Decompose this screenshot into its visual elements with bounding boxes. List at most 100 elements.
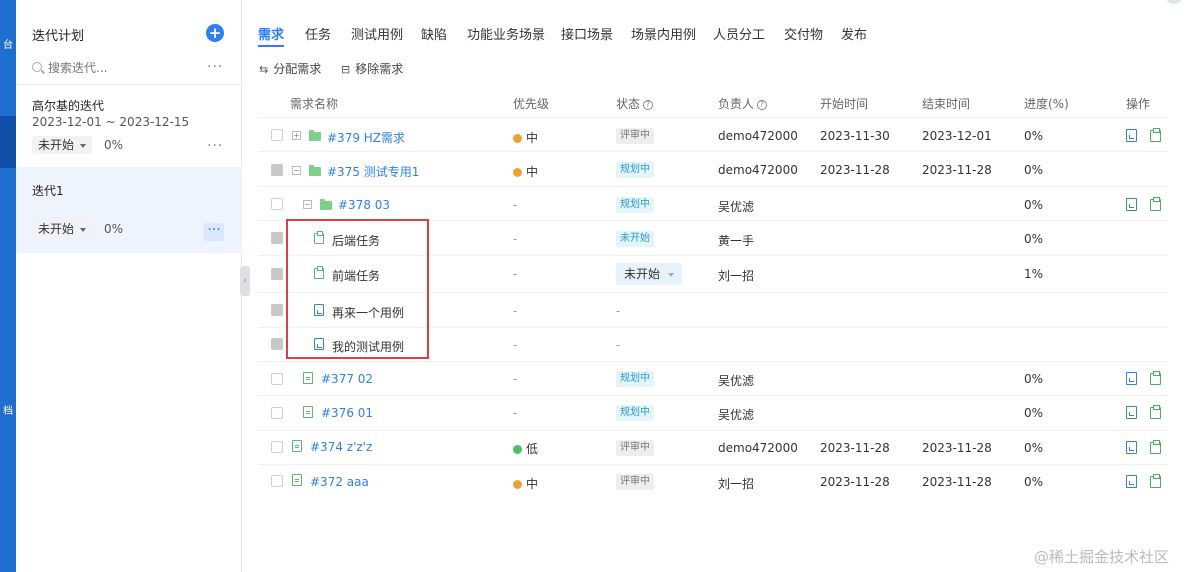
row-checkbox[interactable] [271,475,283,487]
status-badge: 规划中 [616,197,654,213]
iteration-item-active[interactable]: 迭代1 未开始 0% ··· [16,167,242,253]
priority-cell: 中 [513,475,538,492]
tab-staffing[interactable]: 人员分工 [713,24,765,43]
chevron-down-icon [80,227,87,232]
col-owner-label: 负责人 [718,97,755,111]
global-nav: 台 档 [0,0,16,572]
status-dropdown[interactable]: 未开始 [616,263,683,285]
requirement-link[interactable]: #372 aaa [310,475,369,489]
requirement-doc-icon [303,406,313,418]
clipboard-icon[interactable] [1150,128,1161,142]
col-header-name: 需求名称 [290,97,339,111]
iteration-status-value: 未开始 [38,222,75,236]
edit-icon[interactable] [1126,406,1137,419]
requirement-doc-icon [292,474,302,486]
row-divider [258,151,1168,152]
clipboard-icon[interactable] [1150,474,1161,488]
iteration-item[interactable]: 高尔基的迭代 2023-12-01 ~ 2023-12-15 未开始 0% ··… [16,85,242,167]
row-checkbox[interactable] [271,441,283,453]
assign-requirement-button[interactable]: ⇆ 分配需求 [259,60,321,77]
owner-cell: demo472000 [718,441,798,455]
row-checkbox[interactable] [271,407,283,419]
iteration-search-input[interactable] [30,58,200,78]
edit-icon[interactable] [1126,129,1137,142]
header-divider [258,117,1168,118]
iteration-more-button[interactable]: ··· [204,223,224,241]
iteration-more-button[interactable]: ··· [207,138,223,154]
nav-item-active[interactable] [0,116,16,168]
nav-item-workbench[interactable]: 台 [0,40,16,52]
iteration-name: 迭代1 [32,184,64,198]
tab-defects[interactable]: 缺陷 [421,24,447,43]
status-badge: 评审中 [616,440,654,456]
owner-cell: 吴优滤 [718,200,755,214]
priority-cell: 低 [513,440,538,457]
iteration-dates: 2023-12-01 ~ 2023-12-15 [32,115,190,129]
requirement-link[interactable]: #378 03 [338,198,390,212]
tab-tasks[interactable]: 任务 [305,24,331,43]
row-divider [258,186,1168,187]
collapse-icon[interactable]: − [303,200,312,209]
priority-cell: 中 [513,163,538,180]
status-cell: - [616,304,621,318]
help-icon[interactable]: ? [757,100,768,110]
col-status-label: 状态 [616,97,641,111]
tab-deliverables[interactable]: 交付物 [784,24,823,43]
remove-icon: ⊟ [341,63,351,76]
tab-release[interactable]: 发布 [841,24,867,43]
row-checkbox[interactable] [271,268,283,280]
priority-value: 中 [526,165,539,179]
edit-icon[interactable] [1126,441,1137,454]
clipboard-icon[interactable] [1150,440,1161,454]
iteration-status-value: 未开始 [38,138,75,152]
row-checkbox[interactable] [271,129,283,141]
iteration-status-select[interactable]: 未开始 [32,220,93,238]
collapse-icon[interactable]: − [292,166,301,175]
requirement-link[interactable]: #376 01 [321,406,373,420]
expand-icon[interactable]: + [292,131,301,140]
requirement-link[interactable]: #374 z'z'z [310,440,372,454]
clipboard-icon[interactable] [1150,405,1161,419]
edit-icon[interactable] [1126,372,1137,385]
edit-icon[interactable] [1126,198,1137,211]
requirement-link[interactable]: #379 HZ需求 [327,129,405,146]
row-checkbox[interactable] [271,373,283,385]
col-header-priority: 优先级 [513,97,550,111]
end-date: 2023-11-28 [922,475,992,489]
status-badge: 评审中 [616,128,654,144]
row-checkbox[interactable] [271,232,283,244]
watermark: @稀土掘金技术社区 [1034,548,1170,566]
remove-requirement-button[interactable]: ⊟ 移除需求 [341,60,403,77]
row-checkbox[interactable] [271,338,283,350]
row-divider [258,464,1168,465]
owner-cell: 吴优滤 [718,408,755,422]
priority-cell: - [513,406,518,420]
col-header-status: 状态? [616,95,654,112]
progress-cell: 0% [1024,475,1044,489]
clipboard-icon[interactable] [1150,371,1161,385]
edit-icon[interactable] [1126,475,1137,488]
priority-cell: - [513,198,518,212]
requirement-link[interactable]: #375 测试专用1 [327,163,419,180]
row-checkbox[interactable] [271,164,283,176]
row-checkbox[interactable] [271,304,283,316]
row-checkbox[interactable] [271,198,283,210]
tab-business-scenarios[interactable]: 功能业务场景 [467,24,545,43]
clipboard-icon[interactable] [1150,197,1161,211]
requirement-doc-icon [292,440,302,452]
tab-test-cases[interactable]: 测试用例 [351,24,403,43]
nav-item[interactable] [0,96,16,102]
iteration-progress: 0% [104,138,124,152]
status-badge: 未开始 [616,231,654,247]
add-iteration-button[interactable]: + [206,24,224,42]
tab-requirements[interactable]: 需求 [258,24,284,43]
annotation-highlight-box [286,219,429,359]
tab-api-scenarios[interactable]: 接口场景 [561,24,613,43]
tab-scenario-cases[interactable]: 场景内用例 [631,24,696,43]
help-icon[interactable]: ? [643,100,654,110]
nav-item-docs[interactable]: 档 [0,406,16,418]
sidebar-more-button[interactable]: ··· [207,59,223,75]
chevron-down-icon [668,272,675,277]
requirement-link[interactable]: #377 02 [321,372,373,386]
iteration-status-select[interactable]: 未开始 [32,136,93,154]
